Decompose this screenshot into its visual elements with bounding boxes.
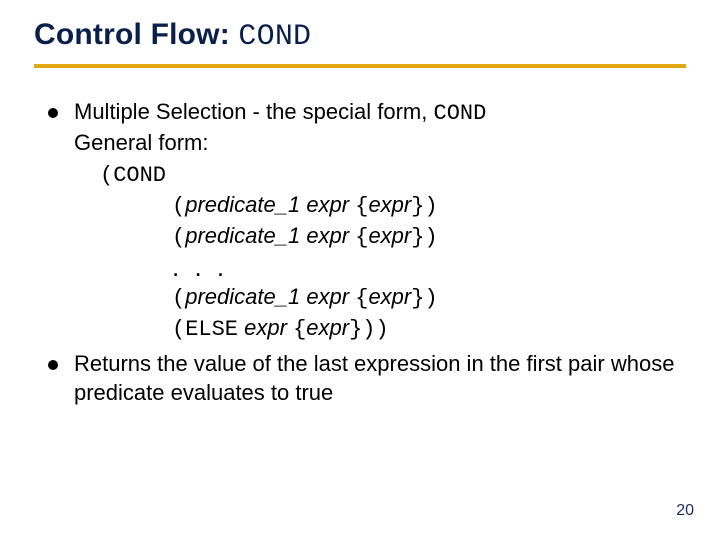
paren-open: ( — [172, 286, 185, 311]
paren-close: ) — [424, 194, 437, 219]
expr: expr — [368, 223, 411, 248]
paren-open: ( — [172, 317, 185, 342]
paren-close: )) — [362, 317, 388, 342]
bullet-1-line2: General form: — [74, 130, 209, 155]
brace-close: } — [411, 225, 424, 250]
paren-open: ( — [172, 194, 185, 219]
expr: expr — [306, 284, 349, 309]
brace-open: { — [355, 286, 368, 311]
expr: expr — [306, 315, 349, 340]
bullet-1-code: COND — [434, 101, 487, 126]
paren-close: ) — [424, 286, 437, 311]
code-row-4: (ELSE expr {expr})) — [100, 313, 680, 344]
code-open: (COND — [100, 161, 680, 190]
bullet-list: Multiple Selection - the special form, C… — [34, 98, 686, 408]
bullet-1: Multiple Selection - the special form, C… — [48, 98, 680, 344]
title-text: Control Flow: — [34, 18, 238, 51]
predicate: predicate_1 — [185, 192, 300, 217]
title-code: COND — [238, 20, 311, 54]
expr: expr — [244, 315, 287, 340]
brace-open: { — [355, 225, 368, 250]
paren-open: ( — [172, 225, 185, 250]
predicate: predicate_1 — [185, 223, 300, 248]
bullet-1-text: Multiple Selection - the special form, — [74, 99, 434, 124]
code-row-2: (predicate_1 expr {expr}) — [100, 221, 680, 252]
brace-open: { — [355, 194, 368, 219]
code-block: (COND (predicate_1 expr {expr}) (predica… — [100, 161, 680, 344]
brace-close: } — [411, 194, 424, 219]
predicate: predicate_1 — [185, 284, 300, 309]
else-keyword: ELSE — [185, 317, 238, 342]
code-row-3: (predicate_1 expr {expr}) — [100, 282, 680, 313]
bullet-2: Returns the value of the last expression… — [48, 350, 680, 407]
slide: Control Flow: COND Multiple Selection - … — [0, 0, 720, 540]
expr: expr — [368, 284, 411, 309]
paren-close: ) — [424, 225, 437, 250]
title-underline — [34, 64, 686, 68]
page-number: 20 — [676, 502, 694, 520]
expr: expr — [306, 223, 349, 248]
slide-title: Control Flow: COND — [34, 18, 686, 64]
brace-close: } — [349, 317, 362, 342]
bullet-2-text: Returns the value of the last expression… — [74, 351, 674, 405]
brace-open: { — [293, 317, 306, 342]
ellipsis: . . . — [100, 254, 680, 280]
expr: expr — [306, 192, 349, 217]
expr: expr — [368, 192, 411, 217]
code-row-1: (predicate_1 expr {expr}) — [100, 190, 680, 221]
brace-close: } — [411, 286, 424, 311]
